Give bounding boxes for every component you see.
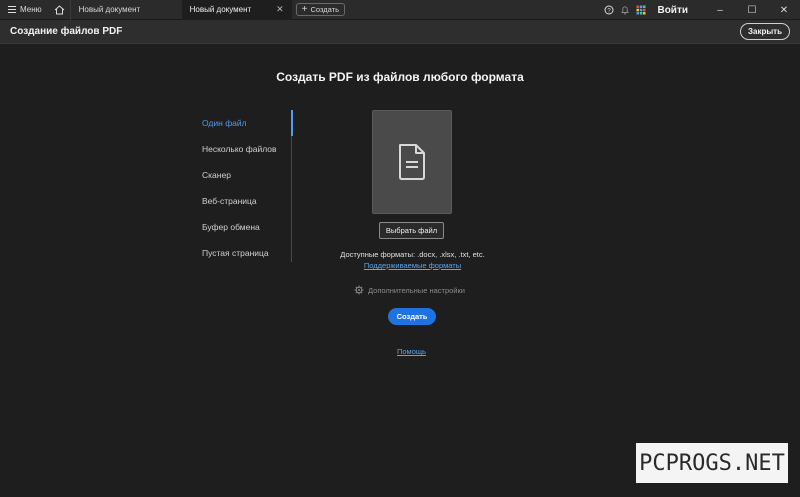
formats-text: Доступные форматы: .docx, .xlsx, .txt, e… xyxy=(340,250,485,259)
choose-file-button[interactable]: Выбрать файл xyxy=(379,222,444,239)
menu-button[interactable]: Меню xyxy=(0,0,50,20)
nav-item-multiple-files[interactable]: Несколько файлов xyxy=(196,136,291,162)
file-drop-zone[interactable] xyxy=(372,110,452,214)
document-icon xyxy=(399,144,425,180)
tool-title: Создание файлов PDF xyxy=(10,26,123,37)
tab-label: Новый документ xyxy=(78,5,141,14)
advanced-settings-label: Дополнительные настройки xyxy=(368,285,465,295)
home-icon xyxy=(54,4,65,14)
tool-header: Создание файлов PDF Закрыть xyxy=(0,20,800,44)
help-icon[interactable]: ? xyxy=(601,0,617,20)
menu-label: Меню xyxy=(20,5,42,14)
close-window-button[interactable]: ✕ xyxy=(768,0,800,20)
source-nav: Один файл Несколько файлов Сканер Веб-ст… xyxy=(196,110,293,262)
tab-document-2[interactable]: Новый документ ✕ xyxy=(181,0,292,20)
close-tab-icon[interactable]: ✕ xyxy=(276,4,284,15)
create-button[interactable]: Создать xyxy=(388,308,436,325)
maximize-button[interactable]: ☐ xyxy=(736,0,768,20)
new-tab-button[interactable]: + Создать xyxy=(295,3,345,16)
home-button[interactable] xyxy=(50,0,70,20)
hamburger-icon xyxy=(8,6,16,13)
plus-icon: + xyxy=(301,3,308,15)
supported-formats-link[interactable]: Поддерживаемые форматы xyxy=(0,261,800,270)
gear-icon xyxy=(354,285,364,295)
nav-item-scanner[interactable]: Сканер xyxy=(196,162,291,188)
titlebar-right: ? Войти – ☐ ✕ xyxy=(601,0,800,20)
advanced-settings[interactable]: Дополнительные настройки xyxy=(354,285,465,295)
watermark: PCPROGS.NET xyxy=(636,443,788,483)
new-tab-label: Создать xyxy=(310,5,339,14)
nav-item-single-file[interactable]: Один файл xyxy=(196,110,293,136)
page-heading: Создать PDF из файлов любого формата xyxy=(276,70,524,84)
help-link[interactable]: Помощь xyxy=(397,347,426,356)
nav-item-clipboard[interactable]: Буфер обмена xyxy=(196,214,291,240)
tab-document-1[interactable]: Новый документ xyxy=(69,0,182,20)
close-tool-button[interactable]: Закрыть xyxy=(740,23,790,40)
signin-button[interactable]: Войти xyxy=(649,5,704,16)
nav-item-web-page[interactable]: Веб-страница xyxy=(196,188,291,214)
bell-icon[interactable] xyxy=(617,0,633,20)
apps-grid-icon[interactable] xyxy=(633,0,649,20)
minimize-button[interactable]: – xyxy=(704,0,736,20)
tab-label: Новый документ xyxy=(189,5,252,14)
title-bar: Меню Новый документ Новый документ ✕ + С… xyxy=(0,0,800,20)
